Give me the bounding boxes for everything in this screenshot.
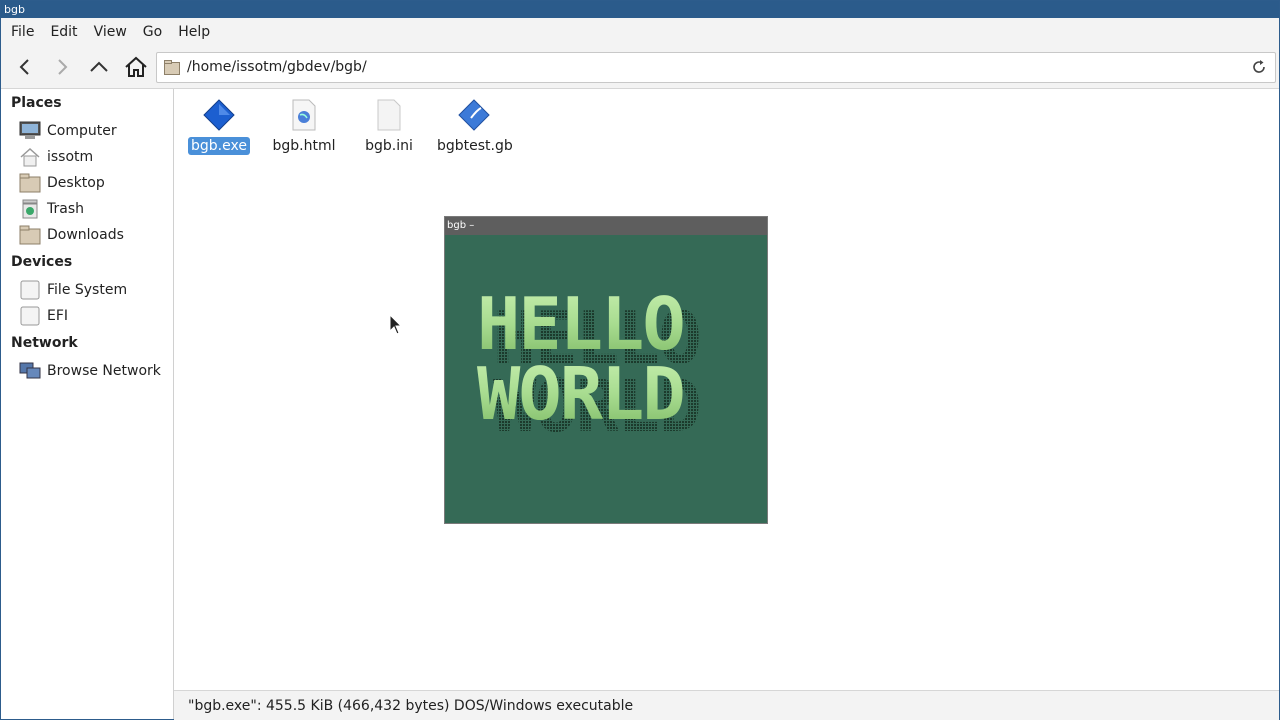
chevron-left-icon [19, 59, 29, 75]
status-text: "bgb.exe": 455.5 KiB (466,432 bytes) DOS… [188, 698, 634, 714]
home-icon [125, 56, 147, 77]
sidebar-item-browse-network[interactable]: Browse Network [19, 359, 171, 383]
file-name: bgb.exe [188, 137, 250, 155]
menu-view[interactable]: View [86, 18, 135, 46]
chevron-right-icon [58, 59, 68, 75]
toolbar: /home/issotm/gbdev/bgb/ [1, 46, 1279, 89]
file-item-bgb-html[interactable]: bgb.html [264, 97, 344, 155]
sidebar-item-label: File System [47, 282, 128, 298]
back-button[interactable] [9, 53, 41, 81]
address-path: /home/issotm/gbdev/bgb/ [187, 59, 367, 75]
forward-button[interactable] [46, 53, 78, 81]
sidebar-item-label: Computer [47, 123, 117, 139]
trash-icon [19, 199, 41, 219]
sidebar-item-computer[interactable]: Computer [19, 119, 171, 143]
sidebar-item-label: Browse Network [47, 363, 161, 379]
window-title: bgb [4, 3, 25, 16]
file-name: bgb.html [272, 138, 336, 154]
file-item-bgb-exe[interactable]: bgb.exe [179, 97, 259, 155]
menu-file[interactable]: File [3, 18, 42, 46]
hello-world-graphic: HELLO WORLD HELLO WORLD [477, 282, 702, 448]
emulator-title: bgb – [447, 220, 475, 231]
emulator-titlebar[interactable]: bgb – [445, 217, 767, 235]
executable-icon [179, 97, 259, 133]
sidebar-item-desktop[interactable]: Desktop [19, 171, 171, 195]
sidebar-item-downloads[interactable]: Downloads [19, 223, 171, 247]
file-name: bgbtest.gb [437, 138, 513, 154]
screen-text-line2: WORLD [477, 352, 684, 436]
file-name: bgb.ini [365, 138, 413, 154]
gameboy-rom-icon [434, 97, 514, 133]
address-bar[interactable]: /home/issotm/gbdev/bgb/ [156, 52, 1276, 83]
sidebar: Places Computer issotm Desktop Trash Dow… [1, 89, 174, 719]
home-button[interactable] [120, 53, 152, 81]
text-file-icon [349, 97, 429, 133]
mouse-cursor-icon [389, 314, 403, 335]
emulator-screen[interactable]: HELLO WORLD HELLO WORLD [445, 235, 767, 523]
devices-heading: Devices [11, 254, 73, 270]
sidebar-item-efi[interactable]: EFI [19, 304, 171, 328]
folder-icon [164, 60, 180, 75]
emulator-window[interactable]: bgb – HELLO WORLD HELLO WORLD [444, 216, 768, 524]
sidebar-item-trash[interactable]: Trash [19, 197, 171, 221]
network-icon [19, 361, 41, 381]
menu-bar: File Edit View Go Help [1, 18, 1279, 46]
sidebar-item-issotm[interactable]: issotm [19, 145, 171, 169]
menu-go[interactable]: Go [135, 18, 170, 46]
menu-help[interactable]: Help [170, 18, 218, 46]
sidebar-item-label: Downloads [47, 227, 124, 243]
sidebar-item-label: Trash [47, 201, 84, 217]
up-button[interactable] [83, 53, 115, 81]
sidebar-item-label: issotm [47, 149, 94, 165]
file-manager-window: bgb File Edit View Go Help /home/issotm/… [0, 0, 1280, 720]
drive-icon [19, 280, 41, 300]
downloads-folder-icon [19, 225, 41, 245]
file-item-bgbtest-gb[interactable]: bgbtest.gb [434, 97, 514, 155]
home-folder-icon [19, 147, 41, 167]
status-bar: "bgb.exe": 455.5 KiB (466,432 bytes) DOS… [174, 690, 1279, 720]
reload-icon[interactable] [1251, 59, 1267, 75]
network-heading: Network [11, 335, 78, 351]
file-item-bgb-ini[interactable]: bgb.ini [349, 97, 429, 155]
menu-edit[interactable]: Edit [42, 18, 85, 46]
desktop-folder-icon [19, 173, 41, 193]
drive-icon [19, 306, 41, 326]
places-heading: Places [11, 95, 62, 111]
sidebar-item-file-system[interactable]: File System [19, 278, 171, 302]
chevron-up-icon [90, 61, 108, 72]
computer-icon [19, 121, 41, 141]
sidebar-item-label: Desktop [47, 175, 105, 191]
sidebar-item-label: EFI [47, 308, 69, 324]
html-file-icon [264, 97, 344, 133]
window-titlebar[interactable]: bgb [1, 1, 1279, 18]
